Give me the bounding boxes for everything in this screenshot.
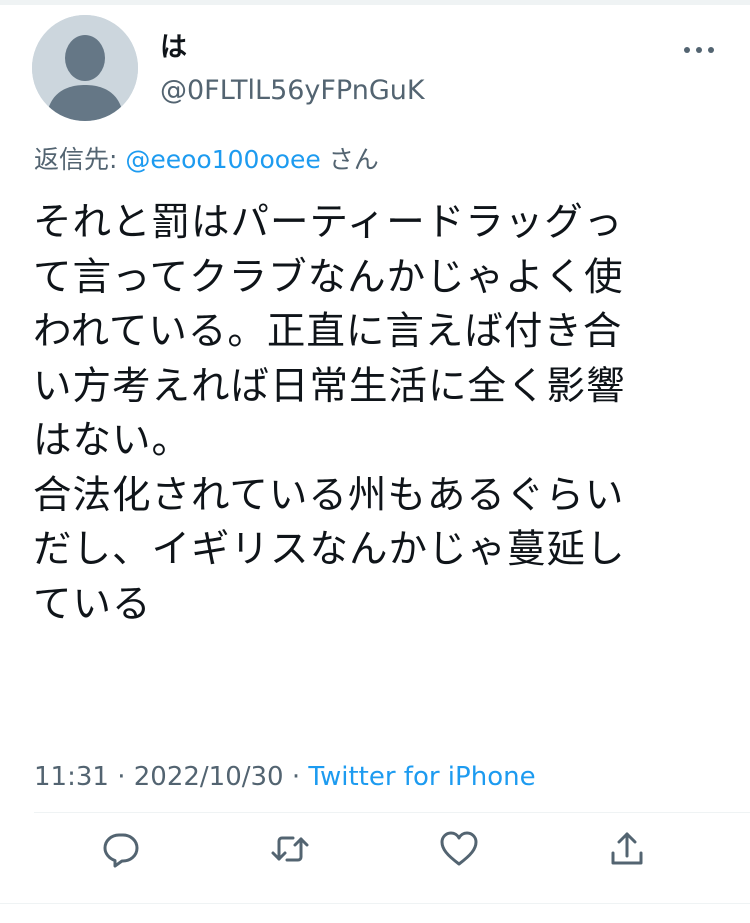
tweet-meta: 11:31 · 2022/10/30 · Twitter for iPhone bbox=[34, 758, 536, 796]
meta-separator: · bbox=[108, 762, 134, 792]
share-icon bbox=[611, 832, 643, 865]
share-button[interactable] bbox=[607, 829, 647, 869]
retweet-icon bbox=[271, 836, 309, 862]
meta-separator: · bbox=[283, 762, 309, 792]
divider bbox=[34, 812, 750, 813]
top-divider bbox=[0, 0, 750, 5]
reply-to: 返信先: @eeoo100ooee さん bbox=[34, 143, 379, 177]
user-handle[interactable]: @0FLTlL56yFPnGuK bbox=[160, 73, 425, 109]
reply-suffix: さん bbox=[320, 145, 379, 174]
reply-button[interactable] bbox=[101, 829, 141, 869]
tweet-time[interactable]: 11:31 bbox=[34, 762, 109, 792]
bottom-divider bbox=[0, 903, 750, 904]
tweet-text: それと罰はパーティードラッグっ て言ってクラブなんかじゃよく使 われている。正直… bbox=[33, 200, 626, 627]
reply-prefix: 返信先: bbox=[34, 145, 126, 174]
tweet-source-link[interactable]: Twitter for iPhone bbox=[308, 762, 535, 792]
reply-mention-link[interactable]: @eeoo100ooee bbox=[125, 145, 320, 174]
more-options-icon[interactable] bbox=[682, 42, 716, 58]
heart-icon bbox=[440, 831, 478, 866]
avatar[interactable] bbox=[32, 15, 138, 121]
tweet-date[interactable]: 2022/10/30 bbox=[134, 762, 284, 792]
retweet-button[interactable] bbox=[270, 829, 310, 869]
default-profile-icon bbox=[32, 15, 138, 121]
reply-icon bbox=[103, 833, 139, 868]
like-button[interactable] bbox=[439, 829, 479, 869]
display-name[interactable]: は bbox=[160, 30, 187, 66]
